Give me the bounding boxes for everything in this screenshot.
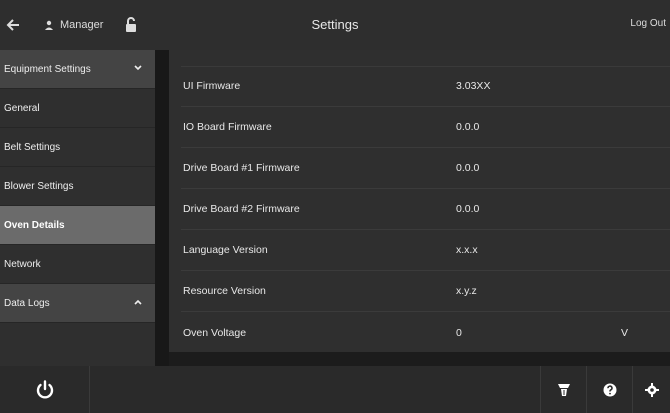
settings-icon (644, 382, 659, 397)
detail-row: Drive Board #2 Firmware 0.0.0 (181, 189, 670, 230)
chevron-up-icon (134, 299, 142, 305)
sidebar-item-general[interactable]: General (0, 89, 155, 128)
sidebar-item-label: Equipment Settings (4, 63, 91, 75)
settings-button[interactable] (632, 366, 670, 413)
page-title: Settings (311, 17, 359, 32)
sidebar-section-equipment-settings[interactable]: Equipment Settings (0, 50, 155, 89)
sidebar-item-blower-settings[interactable]: Blower Settings (0, 167, 155, 206)
detail-row: Drive Board #1 Firmware 0.0.0 (181, 148, 670, 189)
bottom-bar (0, 366, 670, 413)
detail-label: Drive Board #1 Firmware (183, 162, 300, 174)
detail-row: Resource Version x.y.z (181, 271, 670, 312)
detail-row: Oven Voltage 0 V (181, 312, 670, 353)
sidebar-item-oven-details[interactable]: Oven Details (0, 206, 155, 245)
cleaning-button[interactable] (540, 366, 586, 413)
help-button[interactable] (586, 366, 632, 413)
sidebar-item-label: Network (4, 258, 41, 270)
detail-row: Language Version x.x.x (181, 230, 670, 271)
detail-label: UI Firmware (183, 80, 241, 92)
cleaning-icon (557, 383, 570, 396)
sidebar-item-label: Belt Settings (4, 141, 61, 153)
detail-row: IO Board Firmware 0.0.0 (181, 107, 670, 148)
sidebar-section-data-logs[interactable]: Data Logs (0, 284, 155, 323)
sidebar-item-label: Data Logs (4, 297, 50, 309)
detail-label: Resource Version (183, 285, 266, 297)
detail-value: 0.0.0 (456, 162, 480, 174)
detail-label: Oven Voltage (183, 326, 247, 339)
logout-button[interactable]: Log Out (630, 18, 666, 29)
oven-details-panel: UI Firmware 3.03XX IO Board Firmware 0.0… (169, 50, 670, 352)
chevron-down-icon (134, 65, 142, 71)
sidebar-item-belt-settings[interactable]: Belt Settings (0, 128, 155, 167)
detail-unit: V (621, 326, 629, 339)
sidebar: Equipment Settings General Belt Settings… (0, 50, 155, 366)
detail-value: 0 (456, 326, 462, 339)
power-icon (36, 379, 53, 399)
detail-value: 0.0.0 (456, 121, 480, 133)
detail-label: Language Version (183, 244, 268, 256)
detail-row: UI Firmware 3.03XX (181, 66, 670, 107)
sidebar-divider (155, 50, 169, 366)
sidebar-item-network[interactable]: Network (0, 245, 155, 284)
help-icon (603, 383, 616, 396)
sidebar-item-label: Blower Settings (4, 180, 74, 192)
detail-value: x.y.z (456, 285, 477, 297)
sidebar-item-label: General (4, 102, 40, 114)
detail-value: 3.03XX (456, 80, 491, 92)
top-bar: Manager Settings Log Out (0, 0, 670, 50)
detail-label: IO Board Firmware (183, 121, 272, 133)
detail-value: x.x.x (456, 244, 478, 256)
sidebar-item-label: Oven Details (4, 219, 65, 231)
detail-value: 0.0.0 (456, 203, 480, 215)
power-button[interactable] (0, 366, 90, 413)
content-bottom-gap (169, 352, 670, 366)
detail-label: Drive Board #2 Firmware (183, 203, 300, 215)
